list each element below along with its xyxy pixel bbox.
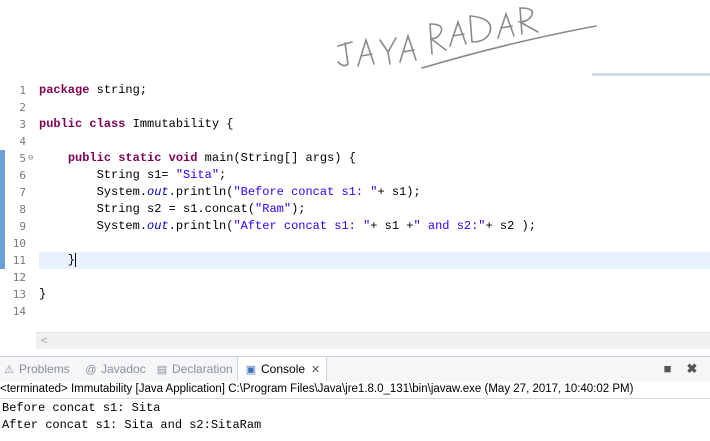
code-token: ;	[219, 168, 227, 182]
code-token: main(String[] args) {	[197, 151, 356, 165]
line-number: 2	[19, 101, 26, 114]
code-token: System.	[39, 219, 148, 233]
text-caret	[75, 252, 77, 267]
code-token: }	[39, 253, 76, 267]
code-line[interactable]	[39, 99, 710, 116]
line-number: 13	[12, 288, 26, 301]
code-token: }	[39, 287, 47, 301]
code-text-area[interactable]: package string; public class Immutabilit…	[39, 82, 710, 320]
code-token: void	[168, 151, 198, 165]
code-token: + s1 +	[370, 219, 414, 233]
line-number: 14	[12, 305, 26, 318]
line-number: 9	[0, 218, 34, 235]
code-editor[interactable]: 1 2 3 4 5 ⊖ 6 7 8 9 10 11 12 13 14 package string; pub…	[0, 76, 710, 348]
line-number: 7	[0, 184, 34, 201]
tab-declaration[interactable]: ▤ Declaration	[155, 357, 233, 381]
code-token: string;	[89, 83, 148, 97]
line-number: 11	[0, 252, 34, 269]
console-icon: ▣	[245, 364, 257, 376]
declaration-icon: ▤	[156, 364, 168, 376]
javadoc-icon: @	[85, 364, 97, 376]
code-token: package	[39, 83, 90, 97]
tab-problems[interactable]: ⚠ Problems	[2, 357, 70, 381]
console-output[interactable]: Before concat s1: Sita After concat s1: S…	[0, 400, 710, 434]
line-number: 1	[19, 84, 26, 97]
line-number-gutter: 1 2 3 4 5 ⊖ 6 7 8 9 10 11 12 13 14	[0, 82, 34, 320]
bottom-panel-tab-bar: ⚠ Problems @ Javadoc ▤ Declaration ▣ Console…	[0, 356, 710, 381]
code-token: "Ram"	[255, 202, 292, 216]
console-output-line: Before concat s1: Sita	[2, 401, 161, 415]
line-number: 10	[0, 235, 34, 252]
code-token: out	[147, 185, 169, 199]
code-line[interactable]: String s2 = s1.concat("Ram");	[39, 201, 710, 218]
close-console-icon[interactable]: ✕	[311, 364, 320, 376]
code-line[interactable]: System.out.println("Before concat s1: "+…	[39, 184, 710, 201]
tab-console-label: Console	[261, 362, 306, 376]
code-token: System.	[39, 185, 148, 199]
code-token: Immutability {	[125, 117, 234, 131]
console-toolbar: ■ ✖	[658, 359, 702, 379]
code-token: out	[147, 219, 169, 233]
code-line[interactable]: public static void main(String[] args) {	[39, 150, 710, 167]
terminate-icon[interactable]: ■	[658, 359, 678, 379]
problems-icon: ⚠	[4, 364, 14, 376]
code-token: class	[89, 117, 126, 131]
line-number: 12	[12, 271, 26, 284]
code-token: );	[291, 202, 306, 216]
code-token: .println(	[168, 185, 234, 199]
editor-horizontal-scrollbar[interactable]: <	[36, 332, 710, 349]
code-line[interactable]: public class Immutability {	[39, 116, 710, 133]
code-token: + s2 );	[485, 219, 536, 233]
tab-javadoc[interactable]: @ Javadoc	[84, 357, 146, 381]
watermark-signature	[337, 7, 597, 69]
remove-launch-icon[interactable]: ✖	[682, 359, 702, 379]
code-token: "Sita"	[175, 168, 220, 182]
scroll-left-arrow-icon[interactable]: <	[41, 333, 47, 349]
line-number: 6	[0, 167, 34, 184]
tab-console[interactable]: ▣ Console ✕	[237, 357, 328, 381]
code-line[interactable]: }	[39, 252, 710, 269]
tab-javadoc-label: Javadoc	[101, 362, 146, 376]
code-token: String s1=	[39, 168, 176, 182]
code-token: public	[67, 151, 112, 165]
code-token: static	[118, 151, 162, 165]
code-line[interactable]: System.out.println("After concat s1: "+ …	[39, 218, 710, 235]
code-token: String s2 = s1.concat(	[39, 202, 256, 216]
line-number: 5 ⊖	[0, 150, 34, 167]
code-line[interactable]	[39, 235, 710, 252]
code-token: "Before concat s1: "	[233, 185, 378, 199]
tab-problems-label: Problems	[19, 362, 70, 376]
code-token: " and s2:"	[413, 219, 486, 233]
code-line[interactable]: String s1= "Sita";	[39, 167, 710, 184]
code-line[interactable]	[39, 269, 710, 286]
code-token: .println(	[168, 219, 234, 233]
tab-declaration-label: Declaration	[172, 362, 233, 376]
fold-collapse-icon[interactable]: ⊖	[28, 150, 33, 167]
console-output-line: After concat s1: Sita and s2:SitaRam	[2, 418, 262, 432]
line-number: 4	[19, 135, 26, 148]
line-number: 3	[19, 118, 26, 131]
code-token: "After concat s1: "	[233, 219, 371, 233]
line-number: 8	[0, 201, 34, 218]
code-token: + s1);	[377, 185, 421, 199]
code-line[interactable]: }	[39, 286, 710, 303]
code-line[interactable]	[39, 133, 710, 150]
console-status-line: <terminated> Immutability [Java Applicat…	[0, 381, 710, 399]
code-line[interactable]: package string;	[39, 82, 710, 99]
code-line[interactable]	[39, 303, 710, 320]
code-token: public	[39, 117, 83, 131]
